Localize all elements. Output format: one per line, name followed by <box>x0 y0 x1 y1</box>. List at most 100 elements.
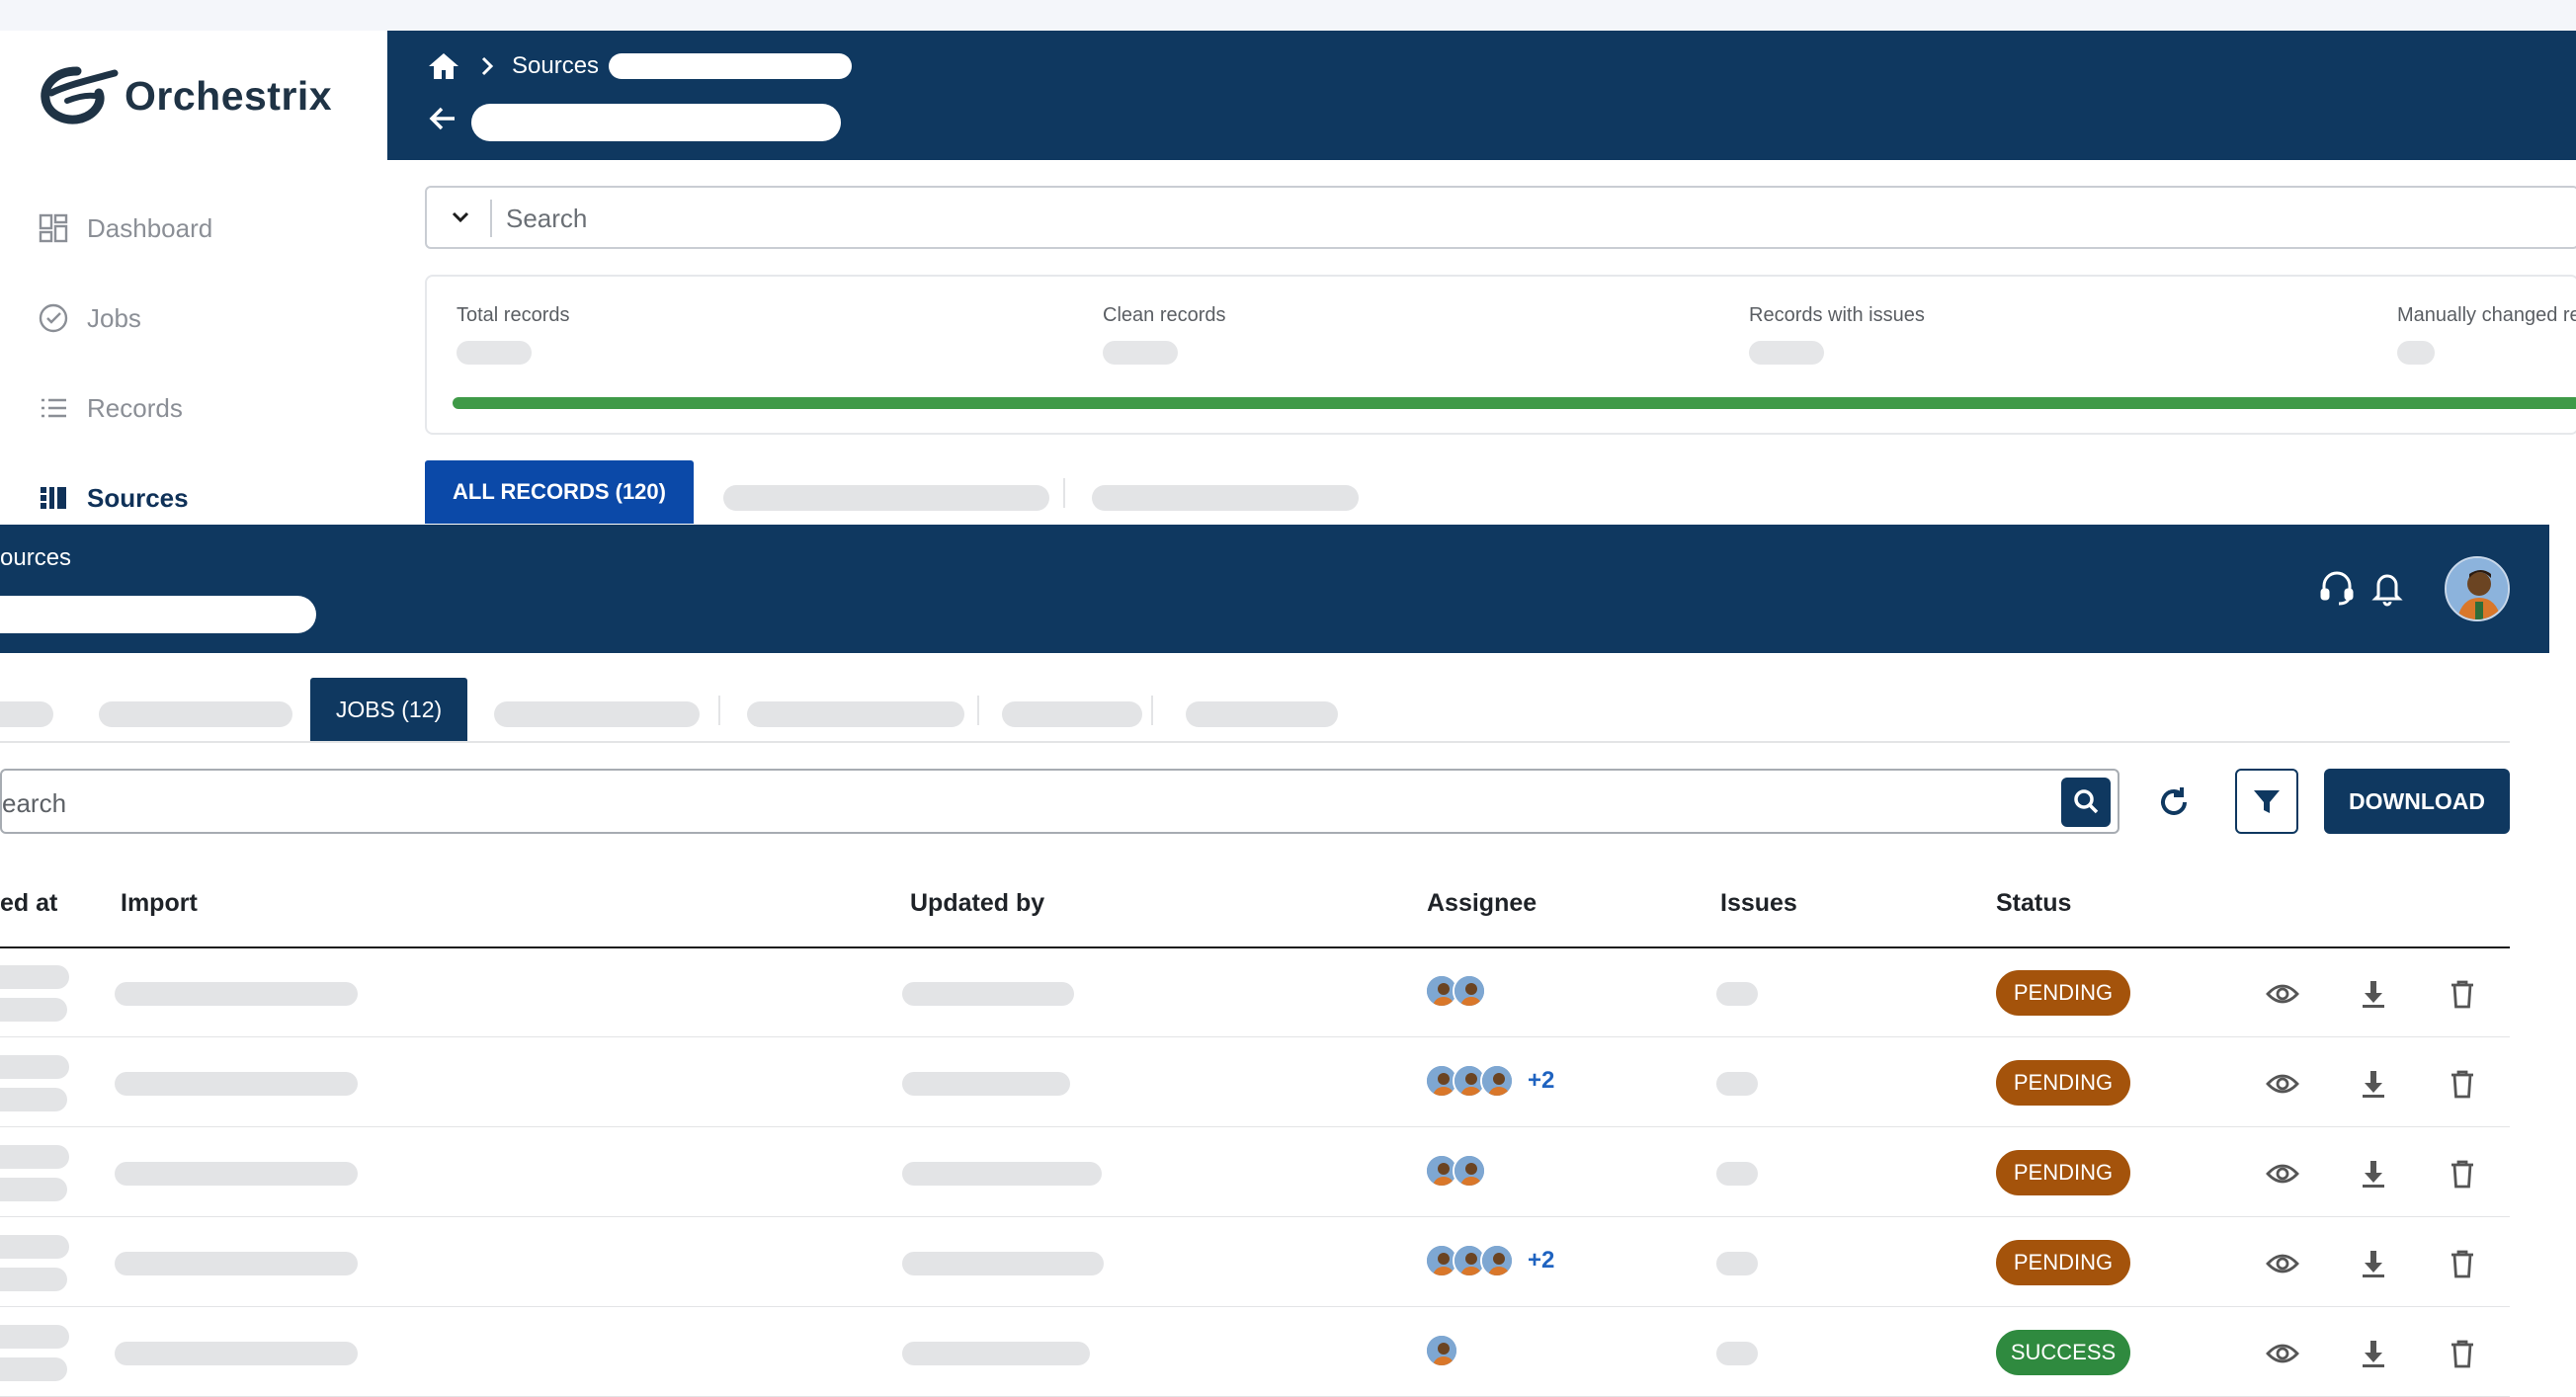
updated-by-placeholder <box>902 1162 1102 1186</box>
assignee-avatars[interactable]: +2 <box>1425 1244 1554 1277</box>
notification-bell-icon[interactable] <box>2368 568 2407 608</box>
tab-placeholder[interactable] <box>747 701 964 727</box>
created-at-placeholder <box>0 1235 69 1259</box>
tab-placeholder[interactable] <box>1092 485 1359 511</box>
sidebar: Orchestrix Dashboard Jobs Records Source… <box>0 31 387 525</box>
column-header-status[interactable]: Status <box>1996 889 2071 918</box>
breadcrumb-placeholder <box>609 53 853 79</box>
import-placeholder <box>115 1342 358 1365</box>
tab-placeholder[interactable] <box>1002 701 1142 727</box>
column-header-assignee[interactable]: Assignee <box>1427 889 1537 918</box>
sidebar-item-records[interactable]: Records <box>38 392 183 424</box>
sidebar-item-label: Records <box>87 392 183 423</box>
view-eye-icon[interactable] <box>2265 1156 2300 1192</box>
breadcrumb: Sources <box>427 50 853 82</box>
download-icon[interactable] <box>2356 976 2391 1012</box>
page-header: Sources <box>387 31 2576 160</box>
download-button[interactable]: DOWNLOAD <box>2324 769 2510 834</box>
delete-trash-icon[interactable] <box>2445 1246 2480 1281</box>
breadcrumb-current[interactable]: ources <box>0 544 71 572</box>
download-icon[interactable] <box>2356 1246 2391 1281</box>
jobs-table-header: ed at Import Updated by Assignee Issues … <box>0 869 2510 948</box>
issues-placeholder <box>1716 1072 1758 1096</box>
column-header-created-at[interactable]: ed at <box>0 889 57 918</box>
stat-manually-changed: Manually changed re <box>2397 304 2576 365</box>
filter-button[interactable] <box>2235 769 2298 834</box>
stat-label: Clean records <box>1103 304 1226 326</box>
delete-trash-icon[interactable] <box>2445 976 2480 1012</box>
view-eye-icon[interactable] <box>2265 1246 2300 1281</box>
issues-placeholder <box>1716 1252 1758 1275</box>
table-row[interactable]: +2 PENDING <box>0 1038 2510 1127</box>
chevron-down-icon[interactable] <box>447 204 474 231</box>
status-badge: PENDING <box>1996 970 2130 1016</box>
assignee-avatars[interactable] <box>1425 1154 1500 1188</box>
updated-by-placeholder <box>902 1342 1090 1365</box>
tab-jobs[interactable]: JOBS (12) <box>310 678 467 741</box>
search-button[interactable] <box>2061 778 2111 827</box>
sidebar-item-label: Sources <box>87 482 189 513</box>
issues-placeholder <box>1716 1342 1758 1365</box>
download-icon[interactable] <box>2356 1066 2391 1102</box>
top-strip <box>0 0 2576 31</box>
stats-card: Total records Clean records Records with… <box>425 275 2576 435</box>
download-icon[interactable] <box>2356 1336 2391 1371</box>
brand-name: Orchestrix <box>125 72 333 119</box>
status-badge: PENDING <box>1996 1150 2130 1195</box>
table-row[interactable]: SUCCESS <box>0 1308 2510 1397</box>
table-row[interactable]: PENDING <box>0 1128 2510 1217</box>
home-icon[interactable] <box>427 50 460 82</box>
delete-trash-icon[interactable] <box>2445 1156 2480 1192</box>
import-placeholder <box>115 1162 358 1186</box>
back-arrow-icon[interactable] <box>427 102 460 135</box>
import-placeholder <box>115 982 358 1006</box>
tab-divider <box>977 696 979 725</box>
created-at-placeholder <box>0 1055 69 1079</box>
updated-by-placeholder <box>902 1072 1070 1096</box>
assignee-avatars[interactable] <box>1425 1334 1472 1367</box>
issues-placeholder <box>1716 982 1758 1006</box>
delete-trash-icon[interactable] <box>2445 1066 2480 1102</box>
chevron-right-icon <box>481 56 494 76</box>
more-assignees-count[interactable]: +2 <box>1528 1067 1554 1095</box>
table-row[interactable]: PENDING <box>0 948 2510 1037</box>
assignee-avatars[interactable] <box>1425 974 1500 1008</box>
assignee-avatar <box>1453 974 1486 1008</box>
view-eye-icon[interactable] <box>2265 1336 2300 1371</box>
search-divider <box>490 200 492 237</box>
page-title-placeholder <box>0 596 316 633</box>
support-headset-icon[interactable] <box>2317 568 2357 608</box>
sidebar-item-dashboard[interactable]: Dashboard <box>38 212 212 244</box>
user-avatar[interactable] <box>2445 556 2510 621</box>
created-at-placeholder <box>0 998 67 1022</box>
download-icon[interactable] <box>2356 1156 2391 1192</box>
brand-logo[interactable]: Orchestrix <box>38 63 332 128</box>
delete-trash-icon[interactable] <box>2445 1336 2480 1371</box>
view-eye-icon[interactable] <box>2265 976 2300 1012</box>
status-badge: PENDING <box>1996 1060 2130 1106</box>
column-header-import[interactable]: Import <box>121 889 198 918</box>
sidebar-item-label: Jobs <box>87 302 141 333</box>
created-at-placeholder <box>0 965 69 989</box>
record-search-input[interactable]: Search <box>425 186 2576 249</box>
tab-placeholder[interactable] <box>494 701 700 727</box>
column-header-updated-by[interactable]: Updated by <box>910 889 1044 918</box>
stat-label: Records with issues <box>1749 304 1925 326</box>
assignee-avatars[interactable]: +2 <box>1425 1064 1554 1098</box>
tab-all-records[interactable]: ALL RECORDS (120) <box>425 460 694 524</box>
table-row[interactable]: +2 PENDING <box>0 1218 2510 1307</box>
sidebar-item-jobs[interactable]: Jobs <box>38 302 141 334</box>
tab-placeholder[interactable] <box>0 701 53 727</box>
column-header-issues[interactable]: Issues <box>1720 889 1797 918</box>
tab-placeholder[interactable] <box>99 701 292 727</box>
view-eye-icon[interactable] <box>2265 1066 2300 1102</box>
refresh-icon[interactable] <box>2152 781 2196 824</box>
jobs-search-input[interactable]: earch <box>0 769 2119 834</box>
tab-placeholder[interactable] <box>723 485 1049 511</box>
jobs-page-header: ources <box>0 525 2549 653</box>
breadcrumb-current[interactable]: Sources <box>512 52 599 80</box>
sidebar-item-sources[interactable]: Sources <box>38 482 189 514</box>
tab-placeholder[interactable] <box>1186 701 1338 727</box>
records-progress-bar <box>453 397 2576 409</box>
more-assignees-count[interactable]: +2 <box>1528 1247 1554 1274</box>
